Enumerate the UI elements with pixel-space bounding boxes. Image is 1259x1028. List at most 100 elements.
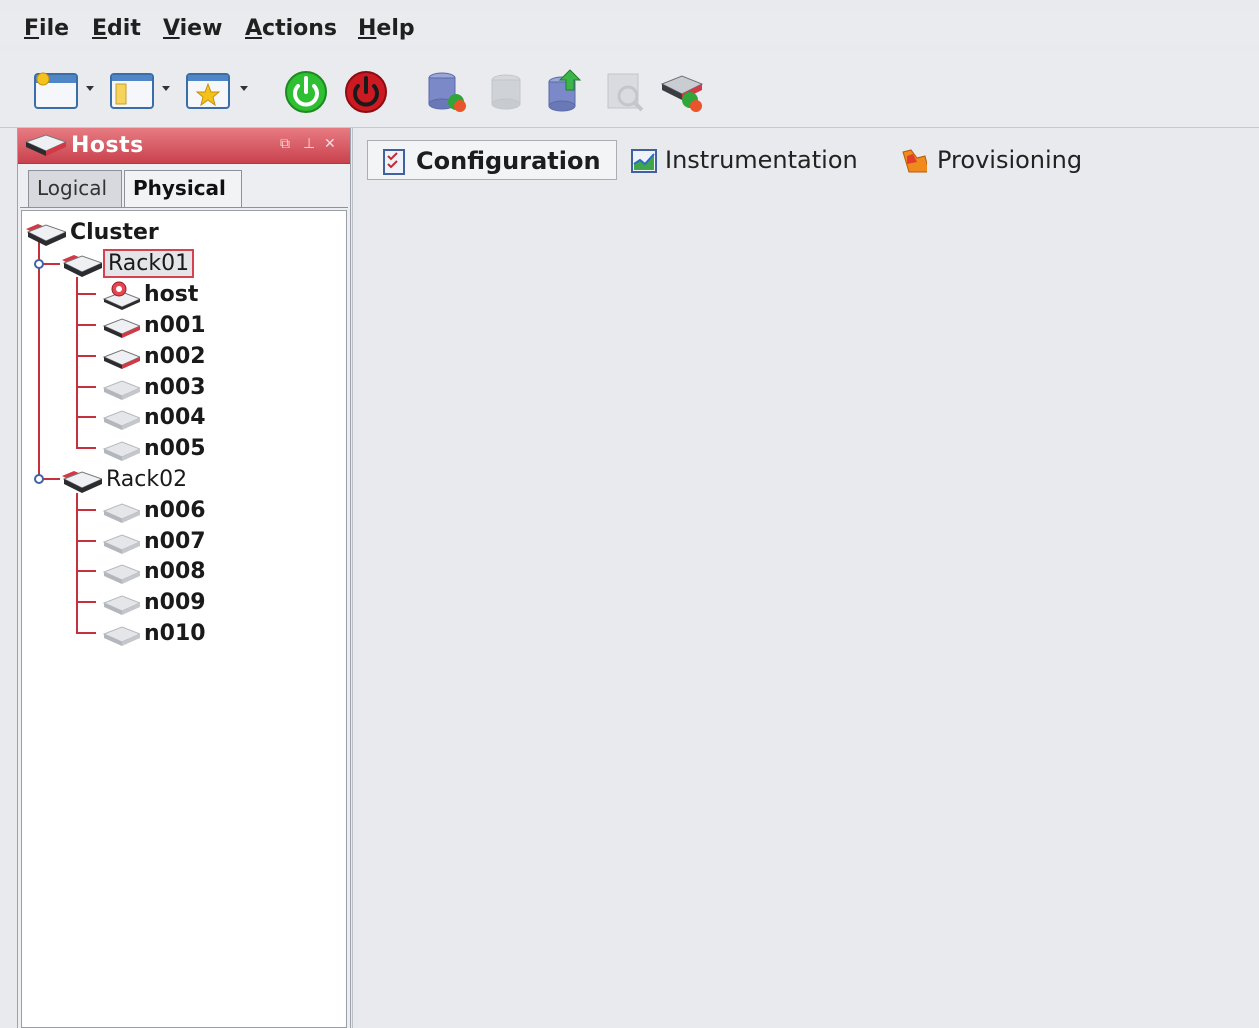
hosts-panel-titlebar[interactable]: Hosts ⧉ ⊥ ✕ [18, 128, 350, 164]
node-offline-icon [102, 534, 140, 554]
new-window-icon [34, 72, 78, 109]
restore-icon[interactable]: ⧉ [280, 136, 290, 152]
tree-node-label: host [144, 282, 199, 307]
tree-line [76, 416, 96, 418]
database-disabled-button[interactable] [484, 68, 528, 114]
tree-node-rack01[interactable]: Rack01 [62, 249, 262, 280]
node-online-icon [102, 318, 140, 338]
cluster-icon [26, 224, 66, 246]
tree-node-label: Cluster [70, 220, 159, 245]
tree-node-n002[interactable]: n002 [100, 343, 300, 373]
menu-help[interactable]: Help [358, 16, 415, 41]
inspect-disabled-icon [607, 73, 644, 112]
pin-icon[interactable]: ⊥ [303, 136, 315, 152]
tab-logical[interactable]: Logical [28, 170, 122, 208]
tree-line [76, 570, 96, 572]
tree-line [76, 277, 78, 448]
node-online-icon [102, 349, 140, 369]
favorites-dropdown-icon[interactable] [240, 86, 248, 91]
menu-actions[interactable]: Actions [245, 16, 337, 41]
tree-node-label: n004 [144, 405, 206, 430]
node-offline-icon [102, 564, 140, 584]
host-provision-button[interactable] [660, 68, 704, 114]
node-offline-icon [102, 595, 140, 615]
close-icon[interactable]: ✕ [324, 136, 336, 152]
tab-instrumentation[interactable]: Instrumentation [627, 140, 887, 180]
menu-view[interactable]: View [163, 16, 222, 41]
hosts-panel: Hosts ⧉ ⊥ ✕ Logical Physical Cluster Rac… [17, 128, 351, 1028]
tree-line [76, 540, 96, 542]
tree-node-label: n003 [144, 375, 206, 400]
checklist-icon [383, 149, 405, 175]
tree-line [76, 324, 96, 326]
menu-bar: File Edit View Actions Help [0, 10, 1259, 46]
tree-node-n001[interactable]: n001 [100, 312, 300, 342]
tab-configuration-label: Configuration [416, 147, 601, 175]
provisioning-icon [902, 149, 927, 173]
host-server-icon [102, 281, 140, 310]
tree-line [76, 355, 96, 357]
tab-provisioning[interactable]: Provisioning [899, 140, 1119, 180]
host-tree: Cluster Rack01 host n001 n002 n003 n004 … [21, 210, 347, 1028]
rack-icon [62, 471, 102, 493]
tab-instrumentation-label: Instrumentation [665, 146, 858, 174]
tree-line [76, 293, 96, 295]
tree-line [76, 509, 96, 511]
favorites-button[interactable] [186, 68, 230, 114]
tree-node-n010[interactable]: n010 [100, 620, 300, 650]
server-icon [24, 134, 68, 156]
menu-edit[interactable]: Edit [92, 16, 141, 41]
content-area: Configuration Instrumentation Provisioni… [352, 128, 1259, 1028]
tree-node-label: n007 [144, 529, 206, 554]
tree-node-host[interactable]: host [100, 281, 300, 311]
node-offline-icon [102, 380, 140, 400]
database-refresh-button[interactable] [424, 68, 468, 114]
power-on-button[interactable] [284, 68, 328, 114]
new-window-dropdown-icon[interactable] [86, 86, 94, 91]
expand-handle-icon[interactable] [33, 258, 45, 270]
layout-panel-icon [110, 73, 154, 109]
tree-node-label: Rack02 [106, 467, 188, 492]
tree-node-n004[interactable]: n004 [100, 404, 300, 434]
tree-node-label: n001 [144, 313, 206, 338]
chart-icon [631, 149, 657, 173]
tree-node-label: n010 [144, 621, 206, 646]
tree-node-n007[interactable]: n007 [100, 528, 300, 558]
tree-node-n005[interactable]: n005 [100, 435, 300, 465]
node-offline-icon [102, 410, 140, 430]
toolbar [0, 50, 1259, 128]
power-off-icon [345, 71, 387, 113]
tree-node-rack02[interactable]: Rack02 [62, 466, 262, 496]
new-window-button[interactable] [34, 68, 78, 114]
tree-node-label: n009 [144, 590, 206, 615]
tab-physical[interactable]: Physical [124, 170, 242, 208]
tree-node-n009[interactable]: n009 [100, 589, 300, 619]
power-off-button[interactable] [344, 68, 388, 114]
rack-icon [62, 255, 102, 277]
hosts-panel-title: Hosts [71, 133, 144, 158]
node-offline-icon [102, 503, 140, 523]
layout-panel-dropdown-icon[interactable] [162, 86, 170, 91]
tree-line [76, 447, 96, 449]
favorites-icon [186, 73, 230, 109]
layout-panel-button[interactable] [110, 68, 154, 114]
tab-configuration[interactable]: Configuration [367, 140, 617, 180]
database-upload-button[interactable] [544, 68, 588, 114]
node-offline-icon [102, 441, 140, 461]
tree-node-n003[interactable]: n003 [100, 374, 300, 404]
tree-line [76, 386, 96, 388]
tree-node-label: n008 [144, 559, 206, 584]
power-on-icon [285, 71, 327, 113]
tree-node-label: n006 [144, 498, 206, 523]
tab-divider [20, 207, 348, 208]
tree-node-cluster[interactable]: Cluster [26, 219, 226, 249]
tree-node-n006[interactable]: n006 [100, 497, 300, 527]
menu-file[interactable]: File [24, 16, 69, 41]
inspect-disabled-button[interactable] [604, 68, 648, 114]
tree-node-n008[interactable]: n008 [100, 558, 300, 588]
node-offline-icon [102, 626, 140, 646]
tree-node-label: n005 [144, 436, 206, 461]
tree-line [76, 601, 96, 603]
expand-handle-icon[interactable] [33, 473, 45, 485]
tree-line [76, 493, 78, 633]
